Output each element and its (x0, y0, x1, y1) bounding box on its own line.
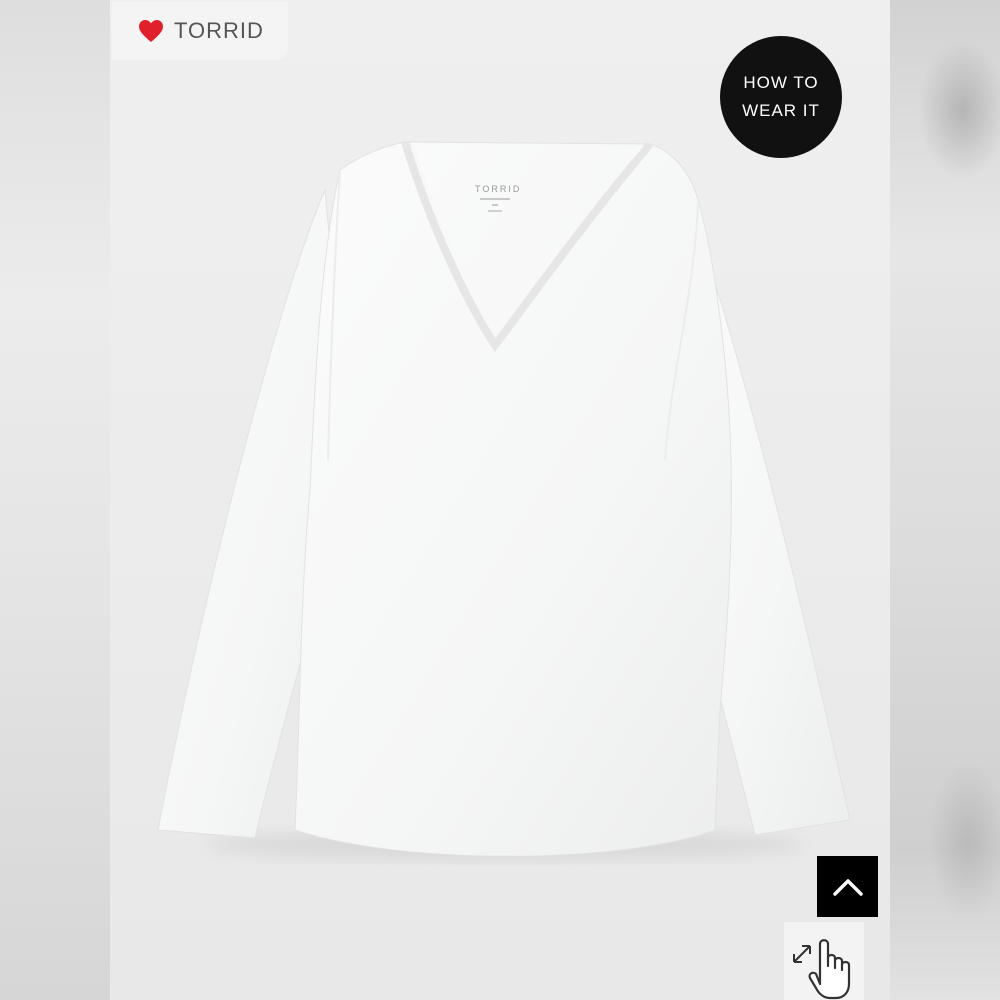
white-long-sleeve-shirt: TORRID (157, 140, 851, 861)
chevron-up-icon (832, 878, 863, 896)
pinch-zoom-hand-icon (793, 939, 851, 1000)
product-page: TORRID TORRID HOW TO WEAR IT (0, 0, 1000, 1000)
brand-badge[interactable]: TORRID (112, 2, 288, 60)
how-to-wear-line-1: HOW TO (743, 73, 819, 92)
back-to-top-button[interactable] (817, 856, 878, 917)
how-to-wear-line-2: WEAR IT (742, 101, 820, 120)
brand-name: TORRID (174, 18, 264, 43)
blurred-background-right (888, 0, 1000, 1000)
blurred-background-left (0, 0, 110, 1000)
how-to-wear-it-button[interactable]: HOW TO WEAR IT (720, 36, 842, 158)
zoom-gesture-hint[interactable] (784, 922, 864, 1000)
heart-icon (139, 20, 163, 42)
neck-label-text: TORRID (475, 184, 521, 194)
